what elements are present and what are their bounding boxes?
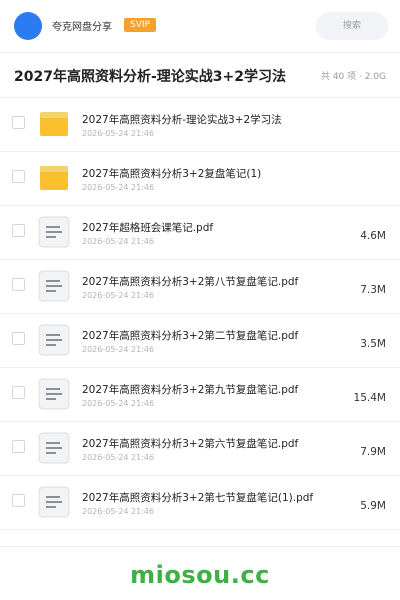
file-name[interactable]: 2027年高照资料分析3+2第二节复盘笔记.pdf — [82, 328, 322, 343]
file-name[interactable]: 2027年高照资料分析3+2复盘笔记(1) — [82, 166, 322, 181]
file-size: 7.3M — [360, 284, 386, 296]
file-row[interactable]: 2027年超格班会课笔记.pdf 2026-05-24 21:46 4.6M — [0, 206, 400, 260]
document-icon — [38, 378, 70, 410]
file-name[interactable]: 2027年高照资料分析-理论实战3+2学习法 — [82, 112, 322, 127]
row-checkbox[interactable] — [12, 332, 25, 345]
file-size: 3.5M — [360, 338, 386, 350]
document-icon — [38, 486, 70, 518]
row-checkbox[interactable] — [12, 278, 25, 291]
file-date: 2026-05-24 21:46 — [82, 453, 155, 462]
file-row[interactable]: 2027年高照资料分析3+2第九节复盘笔记.pdf 2026-05-24 21:… — [0, 368, 400, 422]
file-date: 2026-05-24 21:46 — [82, 129, 155, 138]
svip-badge: SVIP — [124, 18, 156, 32]
folder-icon — [40, 112, 68, 136]
folder-header: 2027年高照资料分析-理论实战3+2学习法 共 40 项 · 2.0G — [0, 53, 400, 97]
file-row[interactable]: 2027年高照资料分析3+2第二节复盘笔记.pdf 2026-05-24 21:… — [0, 314, 400, 368]
file-row[interactable]: 2027年高照资料分析3+2第七节复盘笔记(1).pdf 2026-05-24 … — [0, 476, 400, 530]
file-date: 2026-05-24 21:46 — [82, 291, 155, 300]
folder-title: 2027年高照资料分析-理论实战3+2学习法 — [14, 69, 286, 85]
avatar[interactable] — [14, 12, 42, 40]
file-size: 7.9M — [360, 446, 386, 458]
file-size: 4.6M — [360, 230, 386, 242]
folder-count: 共 40 项 · 2.0G — [320, 72, 386, 82]
file-list: 2027年高照资料分析-理论实战3+2学习法 2026-05-24 21:46 … — [0, 98, 400, 530]
row-checkbox[interactable] — [12, 116, 25, 129]
file-name[interactable]: 2027年超格班会课笔记.pdf — [82, 220, 322, 235]
file-row[interactable]: 2027年高照资料分析3+2第八节复盘笔记.pdf 2026-05-24 21:… — [0, 260, 400, 314]
file-size: 5.9M — [360, 500, 386, 512]
file-row[interactable]: 2027年高照资料分析3+2第六节复盘笔记.pdf 2026-05-24 21:… — [0, 422, 400, 476]
row-checkbox[interactable] — [12, 170, 25, 183]
folder-icon — [40, 166, 68, 190]
site-watermark: miosou.cc — [130, 561, 270, 589]
row-checkbox[interactable] — [12, 494, 25, 507]
document-icon — [38, 270, 70, 302]
document-icon — [38, 216, 70, 248]
file-date: 2026-05-24 21:46 — [82, 345, 155, 354]
search-button[interactable]: 搜索 — [316, 12, 388, 40]
file-size: 15.4M — [353, 392, 386, 404]
file-date: 2026-05-24 21:46 — [82, 237, 155, 246]
file-name[interactable]: 2027年高照资料分析3+2第八节复盘笔记.pdf — [82, 274, 322, 289]
file-row[interactable]: 2027年高照资料分析-理论实战3+2学习法 2026-05-24 21:46 — [0, 98, 400, 152]
row-checkbox[interactable] — [12, 386, 25, 399]
file-name[interactable]: 2027年高照资料分析3+2第九节复盘笔记.pdf — [82, 382, 322, 397]
row-checkbox[interactable] — [12, 224, 25, 237]
divider — [0, 546, 400, 547]
top-bar: 夸克网盘分享 SVIP 搜索 — [0, 0, 400, 52]
document-icon — [38, 432, 70, 464]
file-name[interactable]: 2027年高照资料分析3+2第六节复盘笔记.pdf — [82, 436, 322, 451]
file-date: 2026-05-24 21:46 — [82, 507, 155, 516]
row-checkbox[interactable] — [12, 440, 25, 453]
file-name[interactable]: 2027年高照资料分析3+2第七节复盘笔记(1).pdf — [82, 490, 322, 505]
document-icon — [38, 324, 70, 356]
file-date: 2026-05-24 21:46 — [82, 183, 155, 192]
user-name: 夸克网盘分享 — [52, 22, 112, 33]
file-date: 2026-05-24 21:46 — [82, 399, 155, 408]
file-row[interactable]: 2027年高照资料分析3+2复盘笔记(1) 2026-05-24 21:46 — [0, 152, 400, 206]
